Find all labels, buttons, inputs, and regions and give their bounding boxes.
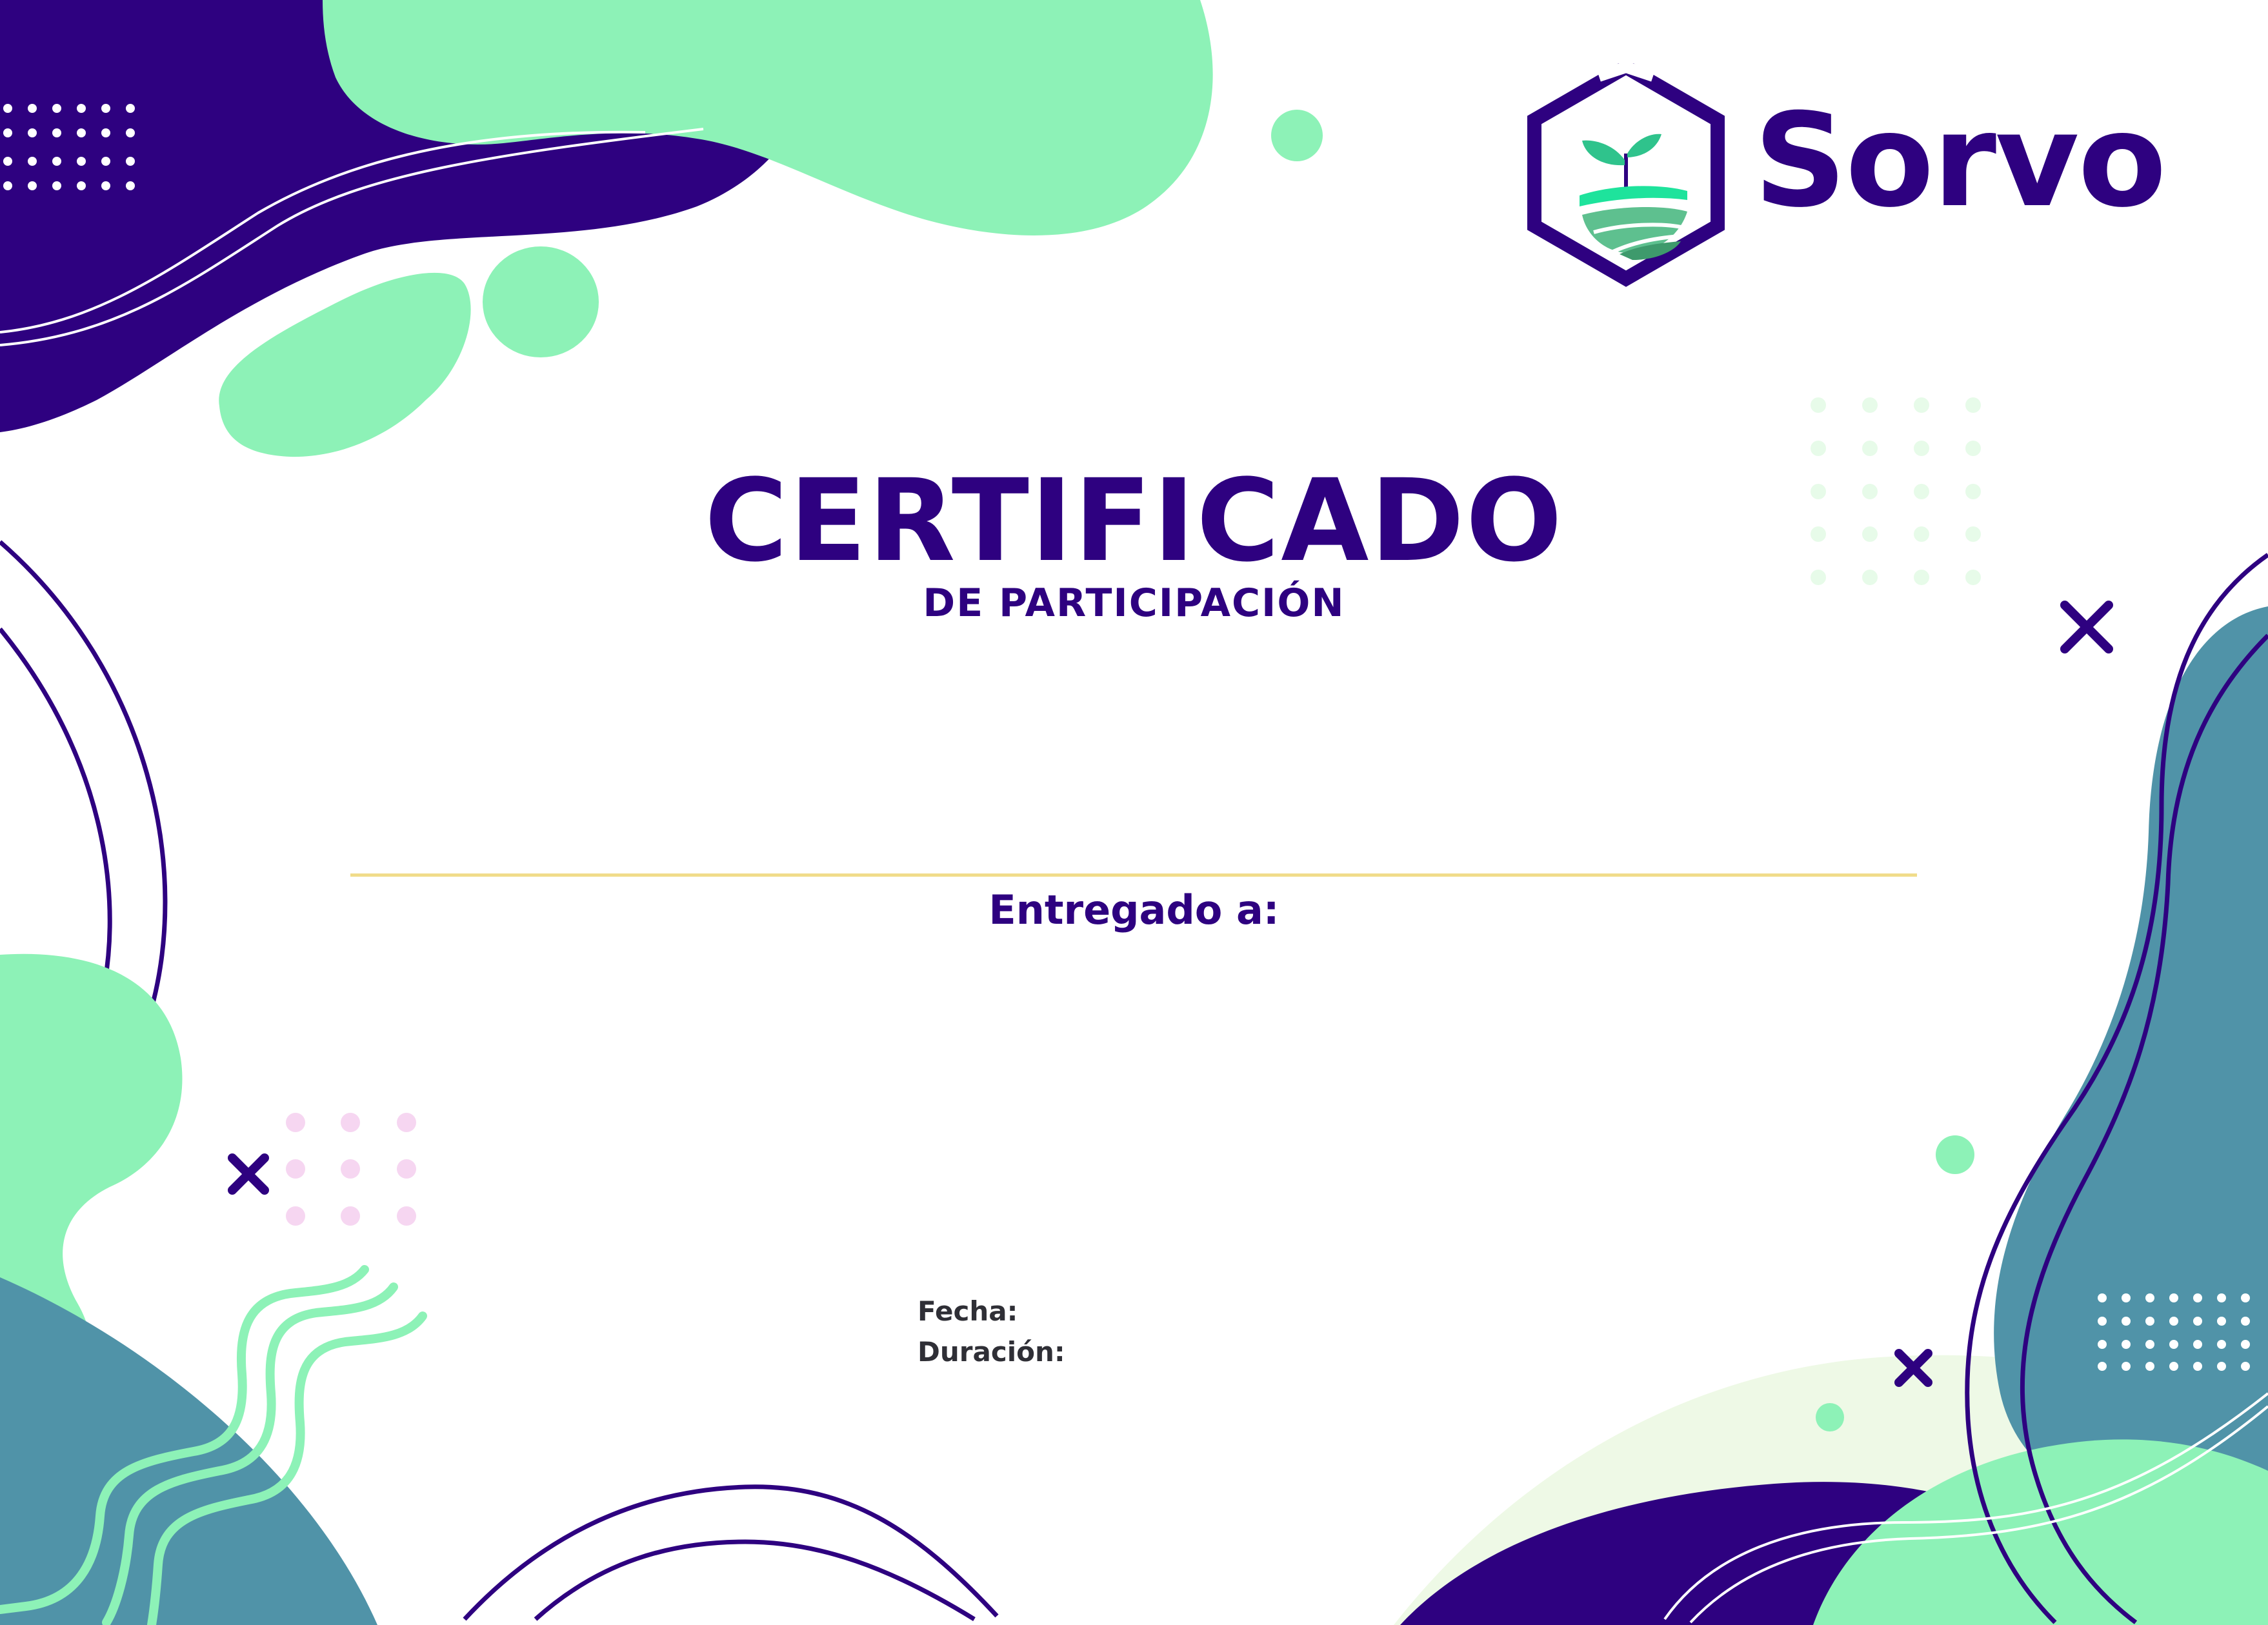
recipient-name-line [350, 873, 1917, 877]
bottom-purple-arc-outer [463, 1484, 999, 1621]
certificate-canvas: Sorvo CERTIFICADO DE PARTICIPACIÓN Entre… [0, 0, 2268, 1625]
date-label: Fecha: [918, 1295, 1018, 1327]
decorative-background [0, 0, 2268, 1625]
bottom-purple-arc-inner [534, 1539, 976, 1621]
mint-dot-top [1271, 110, 1323, 161]
hexagon-sprout-field-logo-icon [1527, 63, 1725, 287]
left-x-mark [228, 1153, 269, 1195]
mint-dot-right [1936, 1135, 1974, 1174]
mint-pebble-small [483, 246, 599, 357]
pink-dot-grid [286, 1113, 416, 1226]
certificate-title: CERTIFICADO [704, 455, 1564, 587]
presented-to-label: Entregado a: [988, 886, 1280, 933]
right-teal-blob [1994, 606, 2268, 1535]
brand-name: Sorvo [1754, 86, 2167, 236]
duration-label: Duración: [918, 1336, 1065, 1368]
mint-dot-bottom-right [1816, 1403, 1844, 1431]
certificate-subtitle: DE PARTICIPACIÓN [923, 581, 1345, 626]
